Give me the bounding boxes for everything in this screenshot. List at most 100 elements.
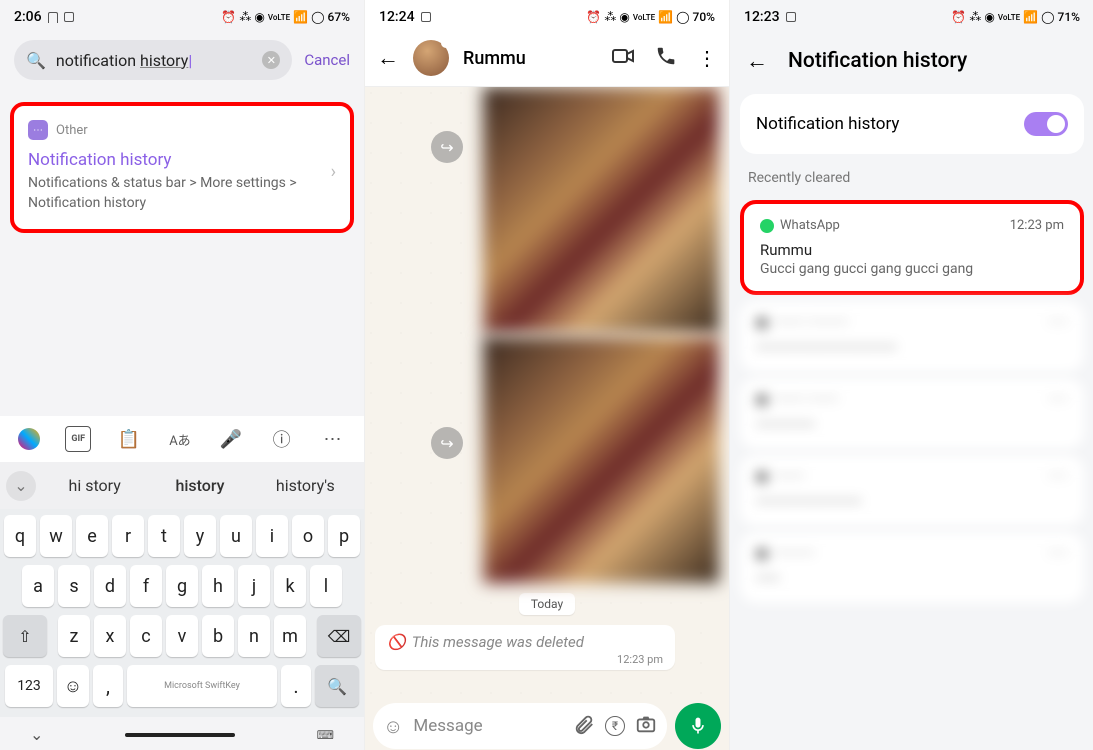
- notification-card-blurred[interactable]: ——— ——————————: [740, 378, 1084, 449]
- camera-icon[interactable]: [635, 713, 657, 739]
- page-header: ← Notification history: [730, 30, 1093, 86]
- key-y[interactable]: y: [184, 515, 216, 557]
- notification-icon: [48, 12, 58, 23]
- emoji-icon[interactable]: ☺: [383, 714, 403, 739]
- chat-image[interactable]: [483, 87, 719, 333]
- bluetooth-icon: ⁂: [969, 10, 981, 24]
- volte-icon: VoLTE: [268, 13, 290, 22]
- key-x[interactable]: x: [94, 615, 126, 657]
- chat-body[interactable]: ↪ ↪ Today 🚫This message was deleted 12:2…: [365, 87, 729, 697]
- key-p[interactable]: p: [328, 515, 360, 557]
- wifi-icon: ◉: [254, 10, 264, 24]
- period-key[interactable]: .: [281, 665, 311, 707]
- translate-icon[interactable]: Aあ: [167, 426, 193, 452]
- battery-pct: 71%: [1058, 10, 1080, 24]
- keyboard-switch-icon[interactable]: ⌨: [317, 728, 334, 742]
- phone-notification-history: 12:23 ⏰ ⁂ ◉ VoLTE 📶 ◯ 71% ← Notification…: [730, 0, 1093, 750]
- search-input[interactable]: notification history|: [56, 51, 252, 70]
- toggle-switch[interactable]: [1024, 112, 1068, 136]
- rupee-icon[interactable]: ₹: [605, 716, 625, 736]
- key-q[interactable]: q: [4, 515, 36, 557]
- battery-ring-icon: ◯: [676, 10, 689, 24]
- suggestion-bar: ⌄ hi story history history's: [0, 462, 364, 509]
- backspace-key[interactable]: ⌫: [317, 615, 361, 657]
- key-n[interactable]: n: [238, 615, 270, 657]
- home-pill[interactable]: [125, 733, 235, 737]
- key-j[interactable]: j: [238, 565, 270, 607]
- status-time: 12:24: [379, 9, 415, 25]
- key-z[interactable]: z: [58, 615, 90, 657]
- video-call-icon[interactable]: [611, 44, 635, 72]
- volte-icon: VoLTE: [633, 13, 655, 22]
- key-e[interactable]: e: [76, 515, 108, 557]
- key-d[interactable]: d: [94, 565, 126, 607]
- notif-title: Rummu: [760, 241, 1064, 259]
- key-c[interactable]: c: [130, 615, 162, 657]
- gif-icon[interactable]: GIF: [65, 426, 91, 452]
- battery-pct: 70%: [693, 10, 715, 24]
- key-g[interactable]: g: [166, 565, 198, 607]
- suggestion[interactable]: history: [147, 470, 252, 501]
- notif-body: Gucci gang gucci gang gucci gang: [760, 261, 1064, 277]
- key-h[interactable]: h: [202, 565, 234, 607]
- key-m[interactable]: m: [274, 615, 306, 657]
- key-s[interactable]: s: [58, 565, 90, 607]
- search-result-card[interactable]: ⋯ Other Notification history Notificatio…: [10, 102, 354, 233]
- status-bar: 12:23 ⏰ ⁂ ◉ VoLTE 📶 ◯ 71%: [730, 0, 1093, 30]
- status-time: 2:06: [14, 9, 42, 25]
- notification-card-blurred[interactable]: ——————————————: [740, 455, 1084, 526]
- back-icon[interactable]: ←: [377, 45, 399, 71]
- numbers-key[interactable]: 123: [5, 665, 53, 707]
- message-input[interactable]: ☺ Message ₹: [373, 703, 667, 749]
- copilot-icon[interactable]: [18, 428, 40, 450]
- avatar[interactable]: [413, 40, 449, 76]
- chat-image[interactable]: [483, 337, 719, 583]
- key-o[interactable]: o: [292, 515, 324, 557]
- notification-card[interactable]: WhatsApp 12:23 pm Rummu Gucci gang gucci…: [740, 200, 1084, 295]
- forward-icon[interactable]: ↪: [431, 131, 463, 163]
- search-key[interactable]: 🔍: [315, 665, 359, 707]
- nav-bar: ⌄ ⌨: [0, 717, 364, 750]
- deleted-message[interactable]: 🚫This message was deleted 12:23 pm: [375, 625, 675, 670]
- status-bar: 12:24 ⏰ ⁂ ◉ VoLTE 📶 ◯ 70%: [365, 0, 729, 30]
- suggestion[interactable]: history's: [253, 470, 358, 501]
- key-t[interactable]: t: [148, 515, 180, 557]
- emoji-key[interactable]: ☺: [57, 665, 89, 707]
- key-f[interactable]: f: [130, 565, 162, 607]
- status-time: 12:23: [744, 9, 780, 25]
- back-icon[interactable]: ←: [746, 48, 768, 74]
- forward-icon[interactable]: ↪: [431, 427, 463, 459]
- more-icon[interactable]: ⋮: [697, 46, 717, 70]
- clipboard-icon[interactable]: 📋: [116, 426, 142, 452]
- battery-ring-icon: ◯: [311, 10, 324, 24]
- shift-key[interactable]: ⇧: [3, 615, 47, 657]
- key-b[interactable]: b: [202, 615, 234, 657]
- mic-button[interactable]: [675, 703, 721, 749]
- volte-icon: VoLTE: [998, 13, 1020, 22]
- key-a[interactable]: a: [22, 565, 54, 607]
- nav-collapse-icon[interactable]: ⌄: [30, 725, 43, 744]
- collapse-icon[interactable]: ⌄: [6, 471, 36, 501]
- suggestion[interactable]: hi story: [42, 470, 147, 501]
- attach-icon[interactable]: [573, 713, 595, 739]
- info-icon[interactable]: ⓘ: [269, 426, 295, 452]
- notification-card-blurred[interactable]: ————————: [740, 532, 1084, 603]
- search-bar[interactable]: 🔍 notification history| ✕: [14, 40, 292, 80]
- mic-icon[interactable]: 🎤: [218, 426, 244, 452]
- key-i[interactable]: i: [256, 515, 288, 557]
- chat-header: ← Rummu ⋮: [365, 30, 729, 87]
- more-icon[interactable]: ⋯: [319, 426, 345, 452]
- voice-call-icon[interactable]: [655, 45, 677, 71]
- notification-card-blurred[interactable]: ——— ——————————————————: [740, 301, 1084, 372]
- key-v[interactable]: v: [166, 615, 198, 657]
- key-l[interactable]: l: [310, 565, 342, 607]
- space-key[interactable]: Microsoft SwiftKey: [127, 665, 277, 707]
- comma-key[interactable]: ,: [93, 665, 123, 707]
- key-r[interactable]: r: [112, 515, 144, 557]
- chat-name[interactable]: Rummu: [463, 48, 597, 69]
- cancel-button[interactable]: Cancel: [304, 51, 350, 69]
- clear-icon[interactable]: ✕: [262, 51, 280, 69]
- key-w[interactable]: w: [40, 515, 72, 557]
- key-k[interactable]: k: [274, 565, 306, 607]
- key-u[interactable]: u: [220, 515, 252, 557]
